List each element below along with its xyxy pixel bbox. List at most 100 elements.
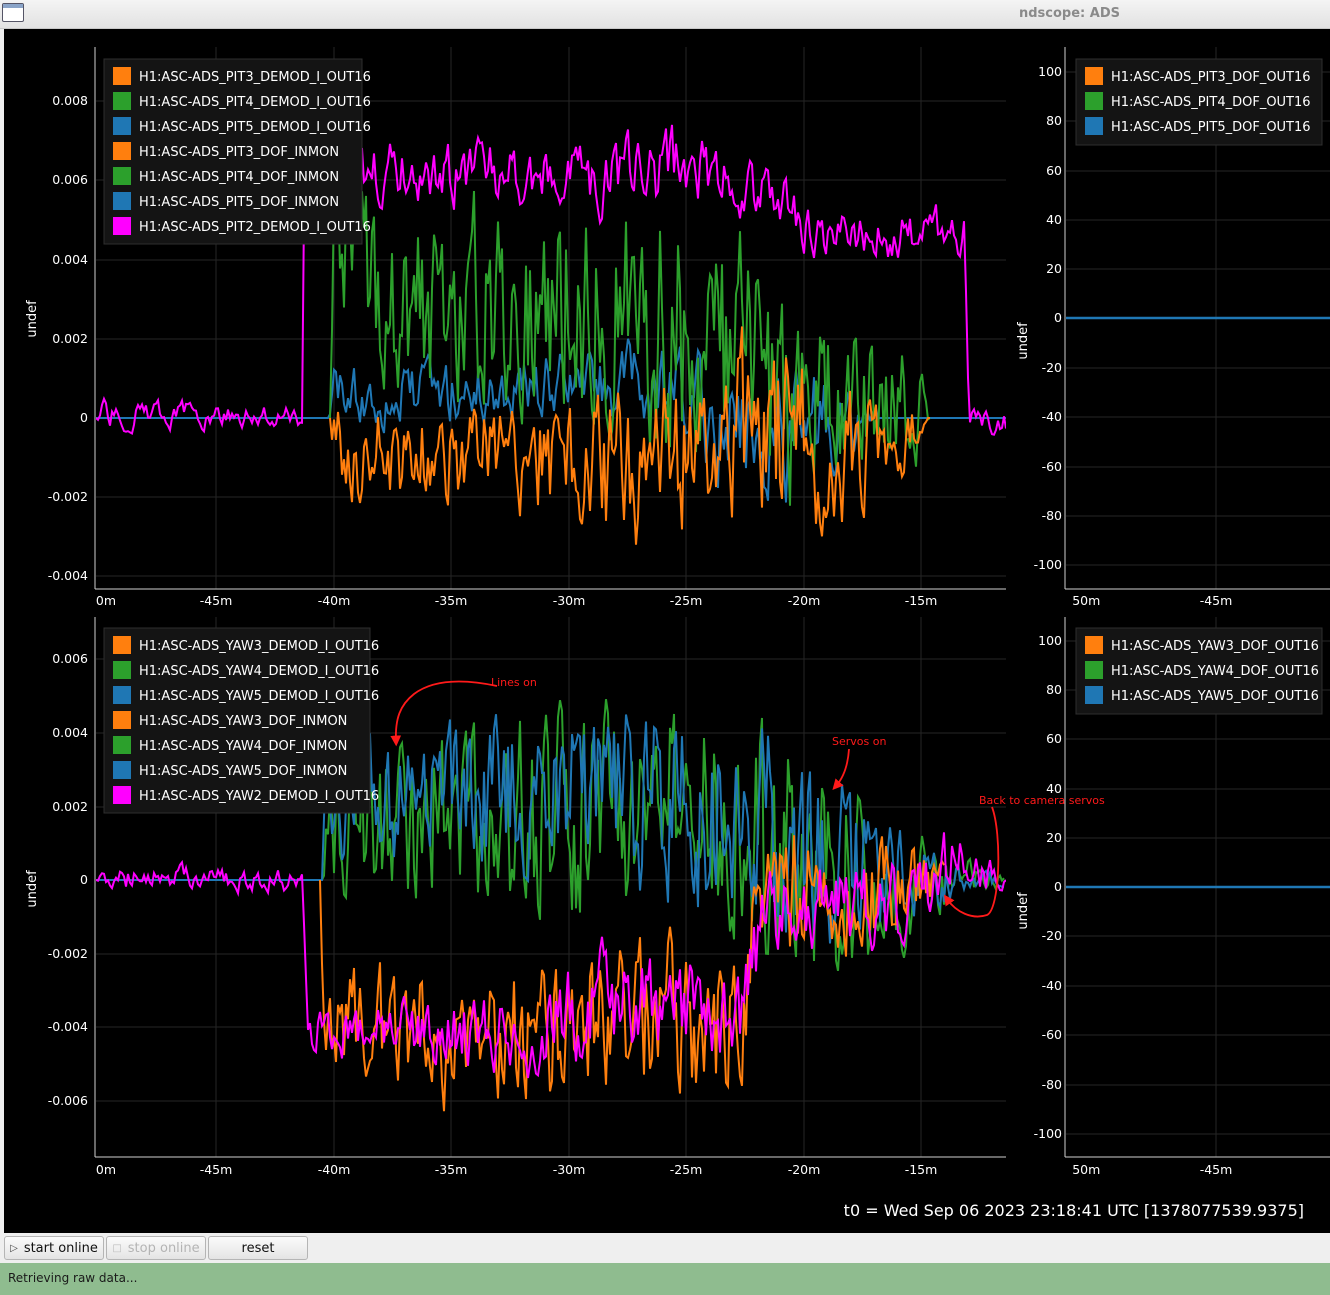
legend-swatch: [113, 142, 131, 160]
legend-label: H1:ASC-ADS_PIT2_DEMOD_I_OUT16: [139, 220, 371, 235]
legend-label: H1:ASC-ADS_PIT4_DOF_OUT16: [1111, 95, 1311, 110]
x-tick: -35m: [435, 1162, 468, 1177]
legend-swatch: [1085, 636, 1103, 654]
legend-swatch: [113, 686, 131, 704]
legend-label: H1:ASC-ADS_PIT5_DEMOD_I_OUT16: [139, 120, 371, 135]
y-tick: -0.004: [48, 1019, 88, 1034]
status-text: Retrieving raw data...: [8, 1271, 138, 1285]
play-icon: ▷: [10, 1242, 18, 1254]
y-tick: -0.002: [48, 489, 88, 504]
legend-swatch: [1085, 117, 1103, 135]
x-tick: -15m: [905, 593, 938, 608]
x-tick: -45m: [1200, 593, 1233, 608]
legend-label: H1:ASC-ADS_YAW4_DEMOD_I_OUT16: [139, 664, 379, 679]
legend-swatch: [1085, 686, 1103, 704]
y-axis-label: undef: [1016, 322, 1031, 360]
y-ticks-top-left: 0.008 0.006 0.004 0.002 0 -0.002 -0.004: [48, 93, 88, 583]
x-tick: -30m: [553, 1162, 586, 1177]
legend-bottom-left[interactable]: H1:ASC-ADS_YAW3_DEMOD_I_OUT16 H1:ASC-ADS…: [103, 627, 379, 814]
y-tick: 0: [80, 872, 88, 887]
x-tick: 0m: [96, 1162, 116, 1177]
legend-label: H1:ASC-ADS_YAW4_DOF_OUT16: [1111, 664, 1319, 679]
y-tick: 0: [1054, 879, 1062, 894]
legend-label: H1:ASC-ADS_YAW4_DOF_INMON: [139, 739, 347, 754]
stop-online-label: stop online: [127, 1240, 200, 1256]
y-tick: 0: [80, 410, 88, 425]
y-tick: -80: [1042, 1077, 1062, 1092]
plot-top-right[interactable]: 100 80 60 40 20 0 -20 -40 -60 -80 -100 u…: [1016, 47, 1330, 609]
x-tick: -40m: [318, 593, 351, 608]
x-tick: -25m: [670, 1162, 703, 1177]
y-tick: 0.006: [52, 172, 88, 187]
stop-online-button[interactable]: □ stop online: [106, 1236, 206, 1260]
plot-top-left[interactable]: 0.008 0.006 0.004 0.002 0 -0.002 -0.004 …: [25, 47, 1006, 608]
window-title: ndscope: ADS: [1019, 6, 1120, 21]
plot-bottom-left[interactable]: 0.006 0.004 0.002 0 -0.002 -0.004 -0.006…: [25, 617, 1105, 1177]
y-tick: -40: [1042, 978, 1062, 993]
y-tick: -0.002: [48, 946, 88, 961]
trace-yaw4: [321, 699, 1005, 971]
tick-clip-mask: [1064, 595, 1073, 609]
legend-label: H1:ASC-ADS_YAW3_DEMOD_I_OUT16: [139, 639, 379, 654]
plot-canvas: 0.008 0.006 0.004 0.002 0 -0.002 -0.004 …: [4, 29, 1330, 1233]
y-tick: -100: [1034, 1126, 1062, 1141]
x-tick: -35m: [435, 593, 468, 608]
window-menu-icon[interactable]: [2, 3, 24, 22]
legend-swatch: [113, 92, 131, 110]
legend-label: H1:ASC-ADS_PIT3_DOF_OUT16: [1111, 70, 1311, 85]
x-tick: -30m: [553, 593, 586, 608]
y-tick: 0.008: [52, 93, 88, 108]
y-tick: 80: [1046, 113, 1062, 128]
x-tick: -45m: [1200, 1162, 1233, 1177]
x-tick: -25m: [670, 593, 703, 608]
t0-timestamp: t0 = Wed Sep 06 2023 23:18:41 UTC [13780…: [844, 1201, 1304, 1220]
y-axis-label: undef: [25, 870, 40, 908]
x-ticks-top-right: -50m -45m: [1068, 593, 1233, 608]
legend-swatch: [113, 167, 131, 185]
start-online-button[interactable]: ▷ start online: [4, 1236, 104, 1260]
y-tick: 80: [1046, 682, 1062, 697]
annotation-back-to-camera: Back to camera servos: [979, 794, 1105, 807]
x-tick: -20m: [788, 1162, 821, 1177]
y-tick: 100: [1038, 64, 1062, 79]
reset-button[interactable]: reset: [208, 1236, 308, 1260]
y-ticks-top-right: 100 80 60 40 20 0 -20 -40 -60 -80 -100: [1034, 64, 1062, 572]
legend-bottom-right[interactable]: H1:ASC-ADS_YAW3_DOF_OUT16 H1:ASC-ADS_YAW…: [1075, 627, 1323, 715]
y-tick: -20: [1042, 928, 1062, 943]
annotation-lines-on: Lines on: [491, 676, 537, 689]
x-tick: -40m: [318, 1162, 351, 1177]
legend-swatch: [113, 661, 131, 679]
legend-label: H1:ASC-ADS_PIT5_DOF_OUT16: [1111, 120, 1311, 135]
y-tick: -100: [1034, 557, 1062, 572]
status-bar: Retrieving raw data...: [0, 1263, 1330, 1295]
legend-swatch: [1085, 67, 1103, 85]
reset-label: reset: [241, 1240, 275, 1256]
y-tick: 60: [1046, 731, 1062, 746]
x-ticks-bottom-right: -50m -45m: [1068, 1162, 1233, 1177]
legend-label: H1:ASC-ADS_PIT3_DOF_INMON: [139, 145, 339, 160]
y-tick: -0.004: [48, 568, 88, 583]
lines-on-arrow: [390, 680, 498, 747]
x-tick: -20m: [788, 593, 821, 608]
legend-top-left[interactable]: H1:ASC-ADS_PIT3_DEMOD_I_OUT16 H1:ASC-ADS…: [103, 58, 371, 245]
legend-top-right[interactable]: H1:ASC-ADS_PIT3_DOF_OUT16 H1:ASC-ADS_PIT…: [1075, 58, 1323, 146]
legend-label: H1:ASC-ADS_PIT4_DOF_INMON: [139, 170, 339, 185]
start-online-label: start online: [23, 1240, 98, 1256]
x-tick: -45m: [200, 593, 233, 608]
legend-label: H1:ASC-ADS_YAW2_DEMOD_I_OUT16: [139, 789, 379, 804]
toolbar: ▷ start online □ stop online reset: [0, 1234, 1330, 1262]
tick-clip-mask: [1064, 1164, 1073, 1178]
y-tick: 0: [1054, 310, 1062, 325]
y-ticks-bottom-left: 0.006 0.004 0.002 0 -0.002 -0.004 -0.006: [48, 651, 88, 1108]
x-tick: -45m: [200, 1162, 233, 1177]
legend-swatch: [113, 217, 131, 235]
legend-label: H1:ASC-ADS_PIT3_DEMOD_I_OUT16: [139, 70, 371, 85]
plot-bottom-right[interactable]: 100 80 60 40 20 0 -20 -40 -60 -80 -100 u…: [1016, 617, 1330, 1178]
window-titlebar: ndscope: ADS: [0, 0, 1330, 29]
y-axis-label: undef: [1016, 892, 1031, 930]
y-tick: -60: [1042, 459, 1062, 474]
legend-label: H1:ASC-ADS_YAW3_DOF_INMON: [139, 714, 347, 729]
x-tick: 0m: [96, 593, 116, 608]
y-tick: 0.004: [52, 252, 88, 267]
legend-label: H1:ASC-ADS_PIT4_DEMOD_I_OUT16: [139, 95, 371, 110]
